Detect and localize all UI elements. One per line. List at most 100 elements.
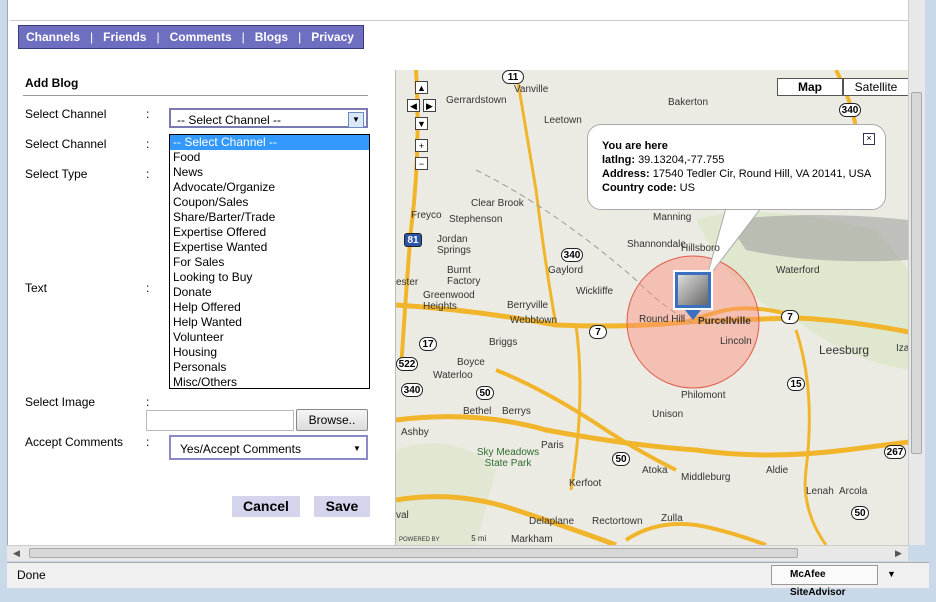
zoom-in-icon[interactable]: +	[415, 139, 428, 152]
info-latlng-label: latlng:	[602, 154, 635, 166]
channel-option[interactable]: For Sales	[170, 255, 369, 270]
image-file-field[interactable]	[146, 410, 294, 431]
cancel-button[interactable]: Cancel	[232, 496, 300, 517]
place-label: Atoka	[642, 465, 668, 476]
route-shield: 50	[851, 506, 869, 520]
nav-friends[interactable]: Friends	[103, 30, 146, 44]
channel-option[interactable]: -- Select Channel --	[170, 135, 369, 150]
place-label: Sky Meadows State Park	[476, 447, 540, 469]
browse-button[interactable]: Browse..	[296, 409, 368, 431]
map-view[interactable]: ▲ ◀ ▶ ▼ + − Map Satellite × You are here…	[395, 70, 909, 545]
place-label: Purcellville	[698, 316, 751, 327]
place-label: Briggs	[489, 337, 518, 348]
channel-option[interactable]: Advocate/Organize	[170, 180, 369, 195]
chevron-down-icon[interactable]: ▼	[348, 112, 364, 128]
place-label: Wickliffe	[576, 286, 614, 297]
form-title: Add Blog	[25, 76, 79, 90]
info-address-value: 17540 Tedler Cir, Round Hill, VA 20141, …	[652, 168, 872, 180]
map-type-satellite[interactable]: Satellite	[843, 78, 909, 96]
pan-up-icon[interactable]: ▲	[415, 81, 428, 94]
colon: :	[146, 435, 150, 449]
place-label: Waterford	[776, 265, 820, 276]
info-heading: You are here	[602, 140, 668, 152]
channel-option[interactable]: Coupon/Sales	[170, 195, 369, 210]
colon: :	[146, 395, 150, 409]
status-bar: Done McAfee SiteAdvisor ▼	[7, 562, 929, 598]
accept-comments-select[interactable]: Yes/Accept Comments ▼	[169, 435, 368, 460]
channel-option[interactable]: Housing	[170, 345, 369, 360]
route-shield: 7	[781, 310, 799, 324]
pan-left-icon[interactable]: ◀	[407, 99, 420, 112]
route-shield: 81	[404, 233, 422, 247]
place-label: Kerfoot	[569, 478, 602, 489]
colon: :	[146, 167, 150, 181]
channel-option[interactable]: Misc/Others	[170, 375, 369, 390]
place-label: ester	[396, 277, 419, 288]
scroll-right-icon[interactable]: ▶	[895, 548, 902, 559]
mcafee-siteadvisor-button[interactable]: McAfee SiteAdvisor	[771, 565, 878, 598]
place-label: Paris	[541, 440, 564, 451]
scrollbar-thumb[interactable]	[29, 548, 798, 558]
label-select-channel: Select Channel	[25, 107, 107, 121]
channel-option[interactable]: Food	[170, 150, 369, 165]
zoom-out-icon[interactable]: −	[415, 157, 428, 170]
channel-option[interactable]: Share/Barter/Trade	[170, 210, 369, 225]
place-label: Freyco	[411, 210, 442, 221]
channel-option[interactable]: Help Wanted	[170, 315, 369, 330]
place-label: Aldie	[766, 465, 789, 476]
channel-option[interactable]: Volunteer	[170, 330, 369, 345]
route-shield: 340	[561, 248, 583, 262]
nav-privacy[interactable]: Privacy	[311, 30, 354, 44]
route-shield: 340	[401, 383, 423, 397]
place-label: Ashby	[401, 427, 429, 438]
channel-select-value: -- Select Channel --	[177, 113, 282, 127]
pan-down-icon[interactable]: ▼	[415, 117, 428, 130]
scroll-left-icon[interactable]: ◀	[13, 548, 20, 559]
horizontal-scrollbar[interactable]: ◀ ▶	[7, 545, 908, 561]
route-shield: 11	[502, 70, 524, 84]
channel-option[interactable]: Expertise Offered	[170, 225, 369, 240]
channel-dropdown-list: -- Select Channel -- Food News Advocate/Org…	[169, 134, 370, 389]
nav-blogs[interactable]: Blogs	[255, 30, 288, 44]
label-select-type: Select Type	[25, 167, 88, 181]
map-attribution: POWERED BY 5 mi	[399, 534, 487, 543]
place-label: Webbtown	[510, 315, 558, 326]
route-shield: 7	[589, 325, 607, 339]
map-type-control: Map Satellite	[777, 78, 909, 96]
route-shield: 15	[787, 377, 805, 391]
top-nav: Channels | Friends | Comments | Blogs | …	[18, 25, 364, 49]
photo-marker-icon[interactable]	[673, 270, 713, 310]
chevron-down-icon[interactable]: ▼	[887, 569, 896, 579]
route-shield: 340	[839, 103, 861, 117]
place-label: Unison	[652, 409, 684, 420]
place-label: Manning	[653, 212, 692, 223]
map-type-map[interactable]: Map	[777, 78, 843, 96]
scrollbar-thumb[interactable]	[911, 92, 922, 454]
vertical-scrollbar[interactable]	[908, 0, 925, 545]
channel-option[interactable]: Help Offered	[170, 300, 369, 315]
place-label: Middleburg	[681, 472, 731, 483]
pan-right-icon[interactable]: ▶	[423, 99, 436, 112]
channel-option[interactable]: Expertise Wanted	[170, 240, 369, 255]
place-label: Clear Brook	[471, 198, 524, 209]
channel-option[interactable]: News	[170, 165, 369, 180]
place-label: Burnt Factory	[447, 265, 481, 287]
close-icon[interactable]: ×	[863, 133, 875, 145]
channel-option[interactable]: Donate	[170, 285, 369, 300]
channel-option[interactable]: Personals	[170, 360, 369, 375]
place-label: Hillsboro	[681, 243, 720, 254]
channel-select[interactable]: -- Select Channel -- ▼	[169, 108, 368, 128]
save-button[interactable]: Save	[314, 496, 370, 517]
nav-comments[interactable]: Comments	[170, 30, 232, 44]
place-label: Lincoln	[720, 336, 752, 347]
channel-option[interactable]: Looking to Buy	[170, 270, 369, 285]
nav-separator: |	[156, 30, 160, 44]
place-label: Gaylord	[548, 265, 584, 276]
place-label: Leesburg	[819, 343, 870, 357]
nav-channels[interactable]: Channels	[26, 30, 80, 44]
route-shield: 50	[476, 386, 494, 400]
place-label: Markham	[511, 534, 553, 545]
place-label: Stephenson	[449, 214, 503, 225]
label-select-channel-2: Select Channel	[25, 137, 107, 151]
place-label: Rectortown	[592, 516, 643, 527]
